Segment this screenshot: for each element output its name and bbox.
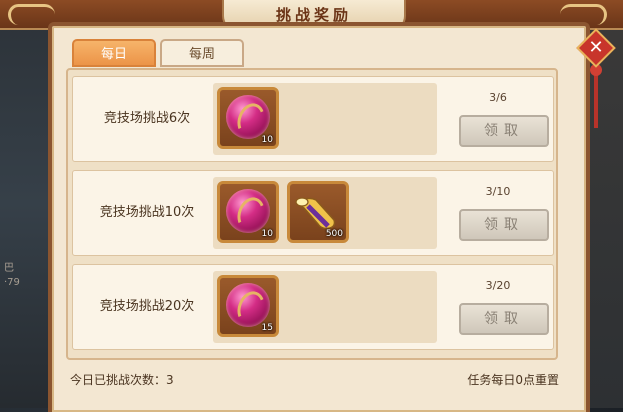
task-row: 竞技场挑战6次 10 3/6 领取 xyxy=(72,76,554,162)
claim-button[interactable]: 领取 xyxy=(459,303,549,335)
reward-item[interactable]: 10 xyxy=(217,181,279,243)
item-count: 10 xyxy=(261,135,273,145)
item-count: 15 xyxy=(261,323,273,333)
reward-slots: 10 500 xyxy=(213,177,437,249)
background-left: 巴 ·79 xyxy=(0,0,48,408)
tab-daily[interactable]: 每日 xyxy=(72,39,156,67)
task-progress: 3/10 xyxy=(485,185,511,198)
tab-weekly[interactable]: 每周 xyxy=(160,39,244,67)
item-count: 10 xyxy=(261,229,273,239)
task-label: 竞技场挑战20次 xyxy=(99,299,195,314)
claim-button[interactable]: 领取 xyxy=(459,115,549,147)
reward-slots: 10 xyxy=(213,83,437,155)
reset-note: 任务每日0点重置 xyxy=(467,373,559,387)
horn-icon xyxy=(295,197,336,230)
task-label: 竞技场挑战10次 xyxy=(99,205,195,220)
close-icon: ✕ xyxy=(588,37,604,58)
claim-button[interactable]: 领取 xyxy=(459,209,549,241)
task-progress: 3/20 xyxy=(485,279,511,292)
task-row: 竞技场挑战20次 15 3/20 领取 xyxy=(72,264,554,350)
pink-orb-icon xyxy=(226,189,270,233)
task-list[interactable]: 竞技场挑战6次 10 3/6 领取 竞技场挑战10次 10 500 3/10 领… xyxy=(66,68,558,360)
pink-orb-icon xyxy=(226,95,270,139)
task-label: 竞技场挑战6次 xyxy=(103,111,191,126)
challenge-count: 今日已挑战次数：3 xyxy=(70,373,174,387)
reward-item[interactable]: 15 xyxy=(217,275,279,337)
reward-item[interactable]: 500 xyxy=(287,181,349,243)
reward-item[interactable]: 10 xyxy=(217,87,279,149)
reward-slots: 15 xyxy=(213,271,437,343)
item-count: 500 xyxy=(325,229,343,239)
pink-orb-icon xyxy=(226,283,270,327)
task-row: 竞技场挑战10次 10 500 3/10 领取 xyxy=(72,170,554,256)
cloud-ornament-left-icon xyxy=(8,4,55,25)
background-partial-text: 巴 ·79 xyxy=(4,263,20,288)
task-progress: 3/6 xyxy=(489,91,507,104)
